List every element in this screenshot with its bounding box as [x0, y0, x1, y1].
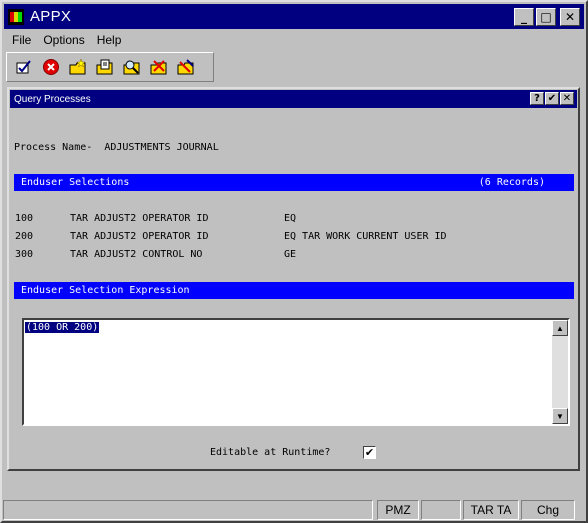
scroll-down-arrow-icon[interactable]: ▼ [552, 408, 568, 424]
status-bar: PMZ TAR TA Chg [3, 500, 583, 520]
editable-runtime-label: Editable at Runtime? [210, 447, 331, 458]
process-name-line: Process Name- ADJUSTMENTS JOURNAL [14, 142, 219, 153]
menu-file[interactable]: File [6, 33, 37, 47]
expression-text: (100 OR 200) [25, 322, 100, 333]
folder-delete-icon[interactable] [150, 58, 168, 76]
menu-bar: File Options Help [6, 30, 127, 50]
maximize-button[interactable]: □ [536, 8, 556, 26]
cancel-icon[interactable] [42, 58, 60, 76]
status-segment-pmz: PMZ [377, 500, 419, 520]
appx-logo-icon [8, 8, 24, 25]
selection-number: 300 [15, 249, 34, 260]
close-button[interactable]: ✕ [560, 8, 580, 26]
selection-field: TAR ADJUST2 CONTROL NO [70, 249, 203, 260]
editable-runtime-checkbox[interactable]: ✔ [363, 446, 376, 459]
menu-options[interactable]: Options [37, 33, 90, 47]
selection-operator: GE [284, 249, 297, 260]
expression-header-label: Enduser Selection Expression [21, 285, 190, 296]
folder-edit-icon[interactable] [96, 58, 114, 76]
selection-number: 200 [15, 231, 34, 242]
child-title-bar: Query Processes ? ✔ ✕ [10, 90, 577, 108]
ok-button[interactable]: ✔ [545, 92, 559, 105]
expression-textarea[interactable]: (100 OR 200) ▲ ▼ [22, 318, 570, 426]
child-close-button[interactable]: ✕ [560, 92, 574, 105]
expression-scrollbar[interactable]: ▲ ▼ [552, 320, 568, 424]
folder-search-icon[interactable] [123, 58, 141, 76]
enduser-selections-header: Enduser Selections (6 Records) [14, 174, 574, 191]
minimize-button[interactable]: _ [514, 8, 534, 26]
folder-edit-check-icon[interactable] [177, 58, 195, 76]
help-button[interactable]: ? [530, 92, 544, 105]
selection-field: TAR ADJUST2 OPERATOR ID [70, 213, 209, 224]
status-segment-chg: Chg [521, 500, 575, 520]
ok-check-icon[interactable] [15, 58, 33, 76]
title-bar: APPX _ □ ✕ [4, 4, 584, 29]
toolbar [6, 52, 214, 82]
selection-operator: EQ TAR WORK CURRENT USER ID [284, 231, 447, 242]
status-segment-tar: TAR TA [463, 500, 519, 520]
child-title: Query Processes [14, 93, 91, 105]
selection-row[interactable]: 100 TAR ADJUST2 OPERATOR ID EQ [14, 213, 296, 227]
selections-header-label: Enduser Selections [21, 177, 130, 188]
selection-expression-header: Enduser Selection Expression [14, 282, 574, 299]
status-segment-blank [421, 500, 461, 520]
menu-help[interactable]: Help [91, 33, 128, 47]
records-count: (6 Records) [478, 177, 545, 188]
scroll-up-arrow-icon[interactable]: ▲ [552, 320, 568, 336]
status-segment-main [3, 500, 373, 520]
selection-row[interactable]: 200 TAR ADJUST2 OPERATOR ID EQ TAR WORK … [14, 231, 447, 245]
selection-number: 100 [15, 213, 34, 224]
folder-new-icon[interactable] [69, 58, 87, 76]
selection-field: TAR ADJUST2 OPERATOR ID [70, 231, 209, 242]
selection-row[interactable]: 300 TAR ADJUST2 CONTROL NO GE [14, 249, 296, 263]
process-name-label: Process Name- [14, 142, 93, 153]
selection-operator: EQ [284, 213, 297, 224]
process-name-value: ADJUSTMENTS JOURNAL [104, 142, 219, 153]
window-title: APPX [30, 8, 72, 25]
